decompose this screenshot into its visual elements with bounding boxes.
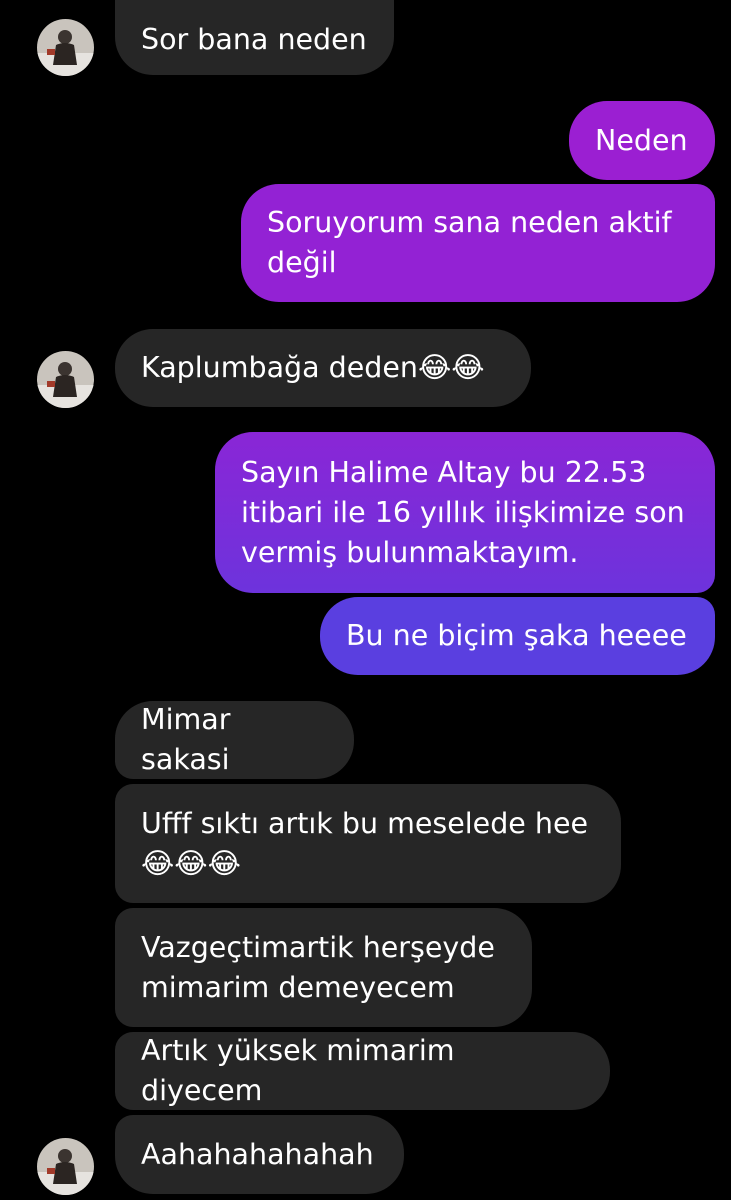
message-text: Artık yüksek mimarim diyecem	[141, 1034, 455, 1107]
message-bubble-outgoing[interactable]: Bu ne biçim şaka heeee	[320, 597, 715, 675]
message-bubble-incoming[interactable]: Kaplumbağa deden😂😂	[115, 329, 531, 407]
message-bubble-incoming[interactable]: Ufff sıktı artık bu meselede hee 😂😂😂	[115, 784, 621, 903]
message-text: Sayın Halime Altay bu 22.53 itibari ile …	[241, 455, 685, 569]
message-bubble-outgoing[interactable]: Neden	[569, 101, 715, 180]
message-text: Kaplumbağa deden😂😂	[141, 351, 485, 384]
message-bubble-outgoing[interactable]: Sayın Halime Altay bu 22.53 itibari ile …	[215, 432, 715, 593]
message-text: Vazgeçtimartik herşeyde mimarim demeyece…	[141, 930, 495, 1004]
message-text: Aahahahahahah	[141, 1137, 374, 1171]
message-bubble-incoming[interactable]: Vazgeçtimartik herşeyde mimarim demeyece…	[115, 908, 532, 1027]
message-text: Sor bana neden	[141, 22, 367, 56]
message-text: Bu ne biçim şaka heeee	[346, 619, 687, 652]
message-text: Soruyorum sana neden aktif değil	[267, 206, 672, 279]
contact-avatar-icon[interactable]	[37, 19, 94, 76]
contact-avatar-icon[interactable]	[37, 1138, 94, 1195]
message-text: Ufff sıktı artık bu meselede hee 😂😂😂	[141, 806, 589, 880]
message-bubble-incoming[interactable]: Artık yüksek mimarim diyecem	[115, 1032, 610, 1110]
contact-avatar-icon[interactable]	[37, 351, 94, 408]
message-text: Mimar sakasi	[141, 703, 231, 776]
message-bubble-incoming[interactable]: Aahahahahahah	[115, 1115, 404, 1194]
message-text: Neden	[595, 123, 688, 157]
message-bubble-outgoing[interactable]: Soruyorum sana neden aktif değil	[241, 184, 715, 302]
message-bubble-incoming[interactable]: Sor bana neden	[115, 0, 394, 75]
message-bubble-incoming[interactable]: Mimar sakasi	[115, 701, 354, 779]
